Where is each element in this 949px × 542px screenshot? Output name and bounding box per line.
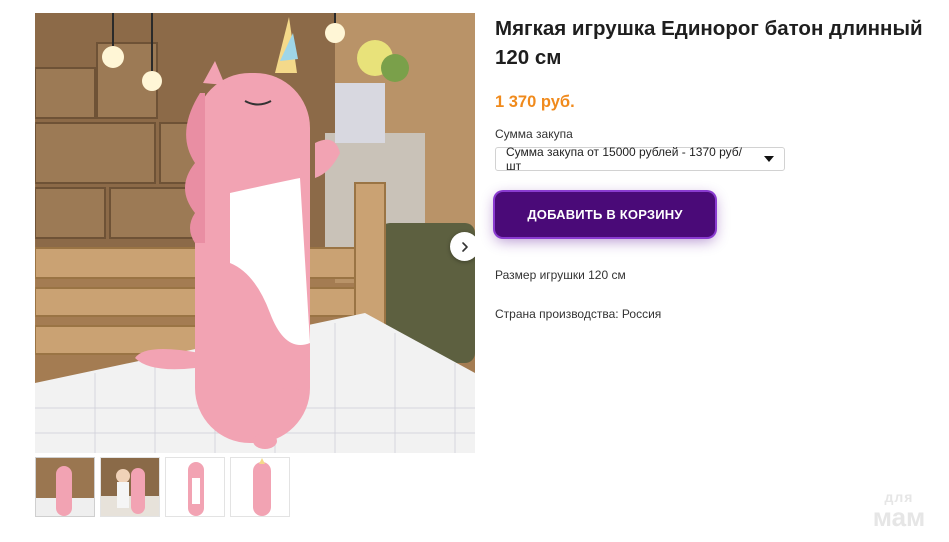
caret-down-icon <box>764 156 774 162</box>
product-main-photo[interactable] <box>35 13 475 453</box>
purchase-amount-selected: Сумма закупа от 15000 рублей - 1370 руб/… <box>506 145 743 173</box>
spec-size: Размер игрушки 120 см <box>495 268 626 282</box>
thumbnail-unicorn-on-bed-image <box>36 458 94 516</box>
gallery-next-button[interactable] <box>450 232 475 261</box>
chevron-right-icon <box>461 241 468 252</box>
thumbnail-unicorn-side-image <box>231 458 289 516</box>
product-price: 1 370 руб. <box>495 93 575 111</box>
thumbnail-2[interactable] <box>100 457 160 517</box>
watermark-logo: для мам <box>862 490 936 530</box>
thumbnail-unicorn-front-image <box>166 458 224 516</box>
thumbnail-1[interactable] <box>35 457 95 517</box>
thumbnail-3[interactable] <box>165 457 225 517</box>
purchase-amount-select[interactable]: Сумма закупа от 15000 рублей - 1370 руб/… <box>495 145 785 173</box>
watermark-line2: мам <box>872 502 926 532</box>
thumbnail-4[interactable] <box>230 457 290 517</box>
add-to-cart-button[interactable]: ДОБАВИТЬ В КОРЗИНУ <box>495 192 715 237</box>
spec-country: Страна производства: Россия <box>495 307 662 321</box>
product-title: Мягкая игрушка Единорог батон длинный 12… <box>495 17 923 69</box>
purchase-amount-label: Сумма закупа <box>495 127 573 141</box>
thumbnail-unicorn-with-child-image <box>101 458 159 516</box>
unicorn-photo-image <box>35 13 475 453</box>
gallery-thumbnails <box>35 457 290 517</box>
